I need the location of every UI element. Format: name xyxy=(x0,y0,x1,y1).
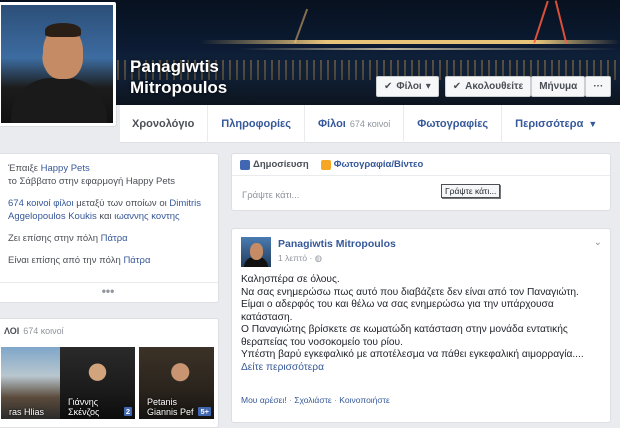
friend-thumb[interactable]: Petanis Giannis Pef 5+ xyxy=(139,347,214,419)
message-button-label: Μήνυμα xyxy=(539,81,578,92)
post-options-chevron-icon[interactable]: ⌄ xyxy=(594,237,602,248)
status-tab-label: Δημοσίευση xyxy=(253,159,309,170)
mutual-friend-link-2[interactable]: ιωαννης κοντης xyxy=(114,211,179,222)
photo-video-tab-label: Φωτογραφία/Βίντεο xyxy=(333,159,424,170)
mutual-text: μεταξύ των οποίων οι xyxy=(73,198,170,209)
intro-played: Έπαιξε Happy Pets το Σάββατο στην εφαρμο… xyxy=(8,162,208,188)
game-link[interactable]: Happy Pets xyxy=(41,163,90,174)
from-prefix: Είναι επίσης από την πόλη xyxy=(8,255,124,266)
message-button[interactable]: Μήνυμα xyxy=(531,76,586,97)
mutual-friends-link[interactable]: 674 κοινοί φίλοι xyxy=(8,198,74,209)
post: Panagiwtis Mitropoulos 1 λεπτό · ◍ ⌄ Καλ… xyxy=(231,228,611,423)
globe-icon: ◍ xyxy=(314,253,323,263)
friend-name-2: ras Hlias xyxy=(9,407,45,417)
caret-down-icon: ▾ xyxy=(425,81,431,92)
intro-from: Είναι επίσης από την πόλη Πάτρα xyxy=(8,254,208,267)
friend-name-1: Γιάννης xyxy=(68,397,99,407)
post-line: Είμαι ο αδερφός του και θέλω να σας ενημ… xyxy=(241,299,554,323)
post-line: Ο Παναγιώτης βρίσκετε σε κωματώδη κατάστ… xyxy=(241,324,568,348)
friend-thumb[interactable]: Γιάννης Σκένζος 2 xyxy=(60,347,135,419)
post-line: Υπέστη βαρύ εγκεφαλικό με αποτέλεσμα να … xyxy=(241,349,584,360)
friends-card: ΛΟΙ674 κοινοί ras Hlias 5+ ΓιάννηςΣκένζο… xyxy=(0,318,219,428)
more-options-button[interactable]: ··· xyxy=(585,76,612,97)
tab-timeline[interactable]: Χρονολόγιο xyxy=(120,105,207,143)
profile-nav: Χρονολόγιο Πληροφορίες Φίλοι 674 κοινοί Φ… xyxy=(120,105,620,143)
tab-more[interactable]: Περισσότερα ▼ xyxy=(501,105,610,143)
post-time-text: 1 λεπτό · xyxy=(278,253,315,263)
post-body: Καλησπέρα σε όλους. Να σας ενημερώσω πως… xyxy=(241,274,603,374)
photo-video-tab[interactable]: Φωτογραφία/Βίντεο xyxy=(320,159,424,170)
intro-card: Έπαιξε Happy Pets το Σάββατο στην εφαρμο… xyxy=(0,153,219,303)
city-link[interactable]: Πάτρα xyxy=(101,233,128,244)
friends-button-label: Φίλοι xyxy=(396,81,422,92)
like-link[interactable]: Μου αρέσει! xyxy=(241,395,287,405)
friend-photo-count: 5+ xyxy=(198,407,211,416)
profile-actions: ✔ Φίλοι ▾ ✔ Ακολουθείτε Μήνυμα ··· xyxy=(376,76,612,97)
intro-lives: Ζει επίσης στην πόλη Πάτρα xyxy=(8,232,208,245)
tab-more-label: Περισσότερα xyxy=(515,118,584,130)
post-composer: Δημοσίευση Φωτογραφία/Βίντεο Γράψτε κάτι… xyxy=(231,153,611,211)
post-line: Καλησπέρα σε όλους. xyxy=(241,274,340,285)
see-more-link[interactable]: Δείτε περισσότερα xyxy=(241,362,603,375)
more-dots-icon: ··· xyxy=(593,81,604,92)
tab-photos-label: Φωτογραφίες xyxy=(417,118,489,130)
mutual-and: και xyxy=(96,211,115,222)
friends-button[interactable]: ✔ Φίλοι ▾ xyxy=(376,76,439,97)
hometown-link[interactable]: Πάτρα xyxy=(123,255,150,266)
check-icon: ✔ xyxy=(384,81,393,92)
tab-friends-label: Φίλοι xyxy=(318,118,346,130)
profile-name-last: Mitropoulos xyxy=(130,78,228,97)
post-author-avatar[interactable] xyxy=(241,237,271,267)
friends-card-title: ΛΟΙ xyxy=(4,326,20,336)
post-actions: Μου αρέσει! · Σχολιάστε · Κοινοποιήστε xyxy=(241,395,390,405)
intro-mutual: 674 κοινοί φίλοι μεταξύ των οποίων οι Di… xyxy=(8,197,208,223)
intro-more-button[interactable]: ••• xyxy=(0,282,218,302)
post-line: Να σας ενημερώσω πως αυτό που διαβάζετε … xyxy=(241,286,579,298)
photo-icon xyxy=(320,159,331,170)
profile-name[interactable]: Panagiwtis Mitropoulos xyxy=(130,56,227,98)
check-icon: ✔ xyxy=(452,81,462,92)
friends-count: 674 κοινοί xyxy=(349,119,391,129)
friend-name-1: Petanis xyxy=(147,397,178,407)
follow-button-label: Ακολουθείτε xyxy=(465,81,524,92)
friend-photo-count: 2 xyxy=(123,407,132,416)
tab-friends[interactable]: Φίλοι 674 κοινοί xyxy=(304,105,403,143)
friend-name-2: Σκένζος xyxy=(68,407,100,417)
played-prefix: Έπαιξε xyxy=(8,163,41,174)
profile-picture[interactable] xyxy=(0,2,116,126)
tab-about[interactable]: Πληροφορίες xyxy=(207,105,304,143)
post-timestamp[interactable]: 1 λεπτό · ◍ xyxy=(278,253,322,264)
pencil-icon xyxy=(240,159,250,170)
comment-link[interactable]: Σχολιάστε xyxy=(294,395,332,405)
status-tab[interactable]: Δημοσίευση xyxy=(240,159,309,170)
friends-card-header[interactable]: ΛΟΙ 674 κοινοί xyxy=(4,326,64,336)
friends-card-count: 674 κοινοί xyxy=(23,326,64,336)
tab-about-label: Πληροφορίες xyxy=(221,118,291,130)
played-when: το Σάββατο στην εφαρμογή Happy Pets xyxy=(8,176,175,187)
composer-tooltip: Γράψτε κάτι... xyxy=(441,184,501,198)
share-link[interactable]: Κοινοποιήστε xyxy=(339,395,390,405)
caret-down-icon: ▼ xyxy=(588,119,598,129)
friend-name-2: Giannis Pef xyxy=(147,407,194,417)
profile-name-first: Panagiwtis xyxy=(130,57,219,76)
composer-input[interactable]: Γράψτε κάτι... xyxy=(242,190,299,201)
post-author-name[interactable]: Panagiwtis Mitropoulos xyxy=(278,238,396,250)
tab-photos[interactable]: Φωτογραφίες xyxy=(403,105,501,143)
follow-button[interactable]: ✔ Ακολουθείτε xyxy=(444,76,532,97)
lives-prefix: Ζει επίσης στην πόλη xyxy=(8,233,101,244)
tab-timeline-label: Χρονολόγιο xyxy=(132,118,195,130)
